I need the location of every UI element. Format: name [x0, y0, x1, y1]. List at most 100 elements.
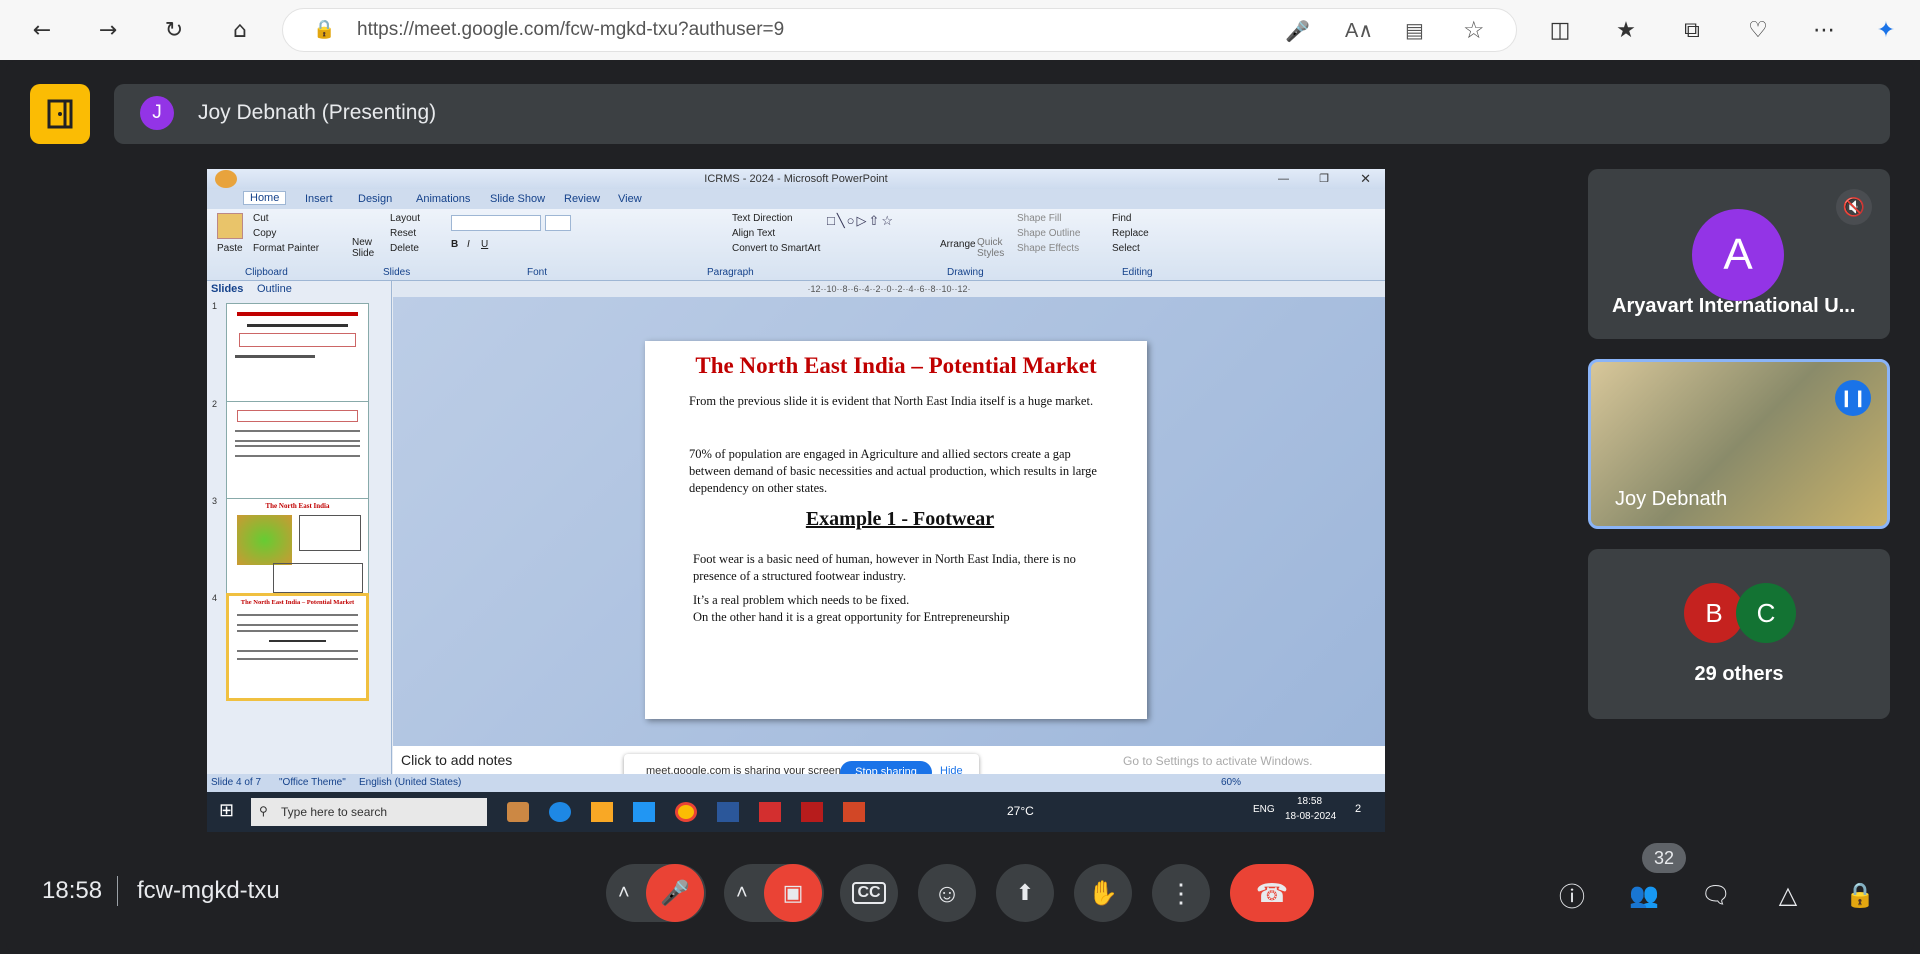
clock-time[interactable]: 18:58: [1297, 796, 1322, 807]
powerpoint-icon[interactable]: [843, 802, 865, 822]
taskbar-search[interactable]: ⚲ Type here to search: [251, 798, 487, 826]
present-button[interactable]: ⬆: [996, 864, 1054, 922]
tab-slide-show[interactable]: Slide Show: [490, 193, 545, 205]
chat-icon[interactable]: 🗨: [1696, 875, 1736, 915]
tab-animations[interactable]: Animations: [416, 193, 470, 205]
copilot-taskbar-icon[interactable]: [507, 802, 529, 822]
tab-home[interactable]: Home: [243, 191, 287, 205]
slide-thumbnail-3[interactable]: The North East India: [226, 498, 369, 606]
slide-paragraph-3: Foot wear is a basic need of human, howe…: [693, 552, 1076, 583]
more-menu-icon[interactable]: ⋯: [1806, 12, 1842, 48]
notification-count[interactable]: 2: [1355, 803, 1361, 815]
people-icon[interactable]: 👥: [1624, 875, 1664, 915]
shape-fill-button[interactable]: Shape Fill: [1017, 213, 1061, 224]
address-bar[interactable]: 🔒 https://meet.google.com/fcw-mgkd-txu?a…: [282, 8, 1517, 52]
mcafee-icon[interactable]: [759, 802, 781, 822]
clock-date[interactable]: 18-08-2024: [1285, 811, 1336, 822]
bold-icon[interactable]: B: [451, 239, 458, 250]
font-size-field[interactable]: [545, 215, 571, 231]
meet-logo[interactable]: [30, 84, 90, 144]
word-icon[interactable]: [717, 802, 739, 822]
read-aloud-icon[interactable]: A∧: [1345, 18, 1373, 43]
mail-icon[interactable]: [633, 802, 655, 822]
browser-essentials-icon[interactable]: ♡: [1740, 12, 1776, 48]
favorite-star-icon[interactable]: ☆: [1463, 16, 1485, 45]
refresh-icon[interactable]: ↻: [156, 12, 192, 48]
raise-hand-button[interactable]: ✋: [1074, 864, 1132, 922]
align-text-button[interactable]: Align Text: [732, 228, 775, 239]
current-slide[interactable]: The North East India – Potential Market …: [645, 341, 1147, 719]
tab-outline[interactable]: Outline: [257, 283, 292, 295]
meeting-details-icon[interactable]: ⓘ: [1552, 875, 1592, 915]
tab-review[interactable]: Review: [564, 193, 600, 205]
microphone-toggle-button[interactable]: 🎤: [646, 864, 704, 922]
new-slide-button[interactable]: New Slide: [352, 237, 382, 259]
convert-smartart-button[interactable]: Convert to SmartArt: [732, 243, 820, 254]
delete-button[interactable]: Delete: [390, 243, 419, 254]
door-icon: [47, 99, 73, 129]
chevron-up-icon[interactable]: ˄: [736, 882, 748, 905]
layout-button[interactable]: Layout: [390, 213, 420, 224]
reset-button[interactable]: Reset: [390, 228, 416, 239]
arrange-button[interactable]: Arrange: [940, 239, 976, 250]
tab-insert[interactable]: Insert: [305, 193, 333, 205]
restore-window-icon[interactable]: ❐: [1319, 169, 1329, 189]
cut-button[interactable]: Cut: [253, 213, 269, 224]
weather-temp[interactable]: 27°C: [1007, 804, 1034, 818]
chrome-icon[interactable]: [675, 802, 697, 822]
url-text[interactable]: https://meet.google.com/fcw-mgkd-txu?aut…: [357, 19, 784, 41]
shapes-gallery[interactable]: □╲○▷⇧☆: [827, 213, 937, 255]
activities-icon[interactable]: △: [1768, 875, 1808, 915]
home-icon[interactable]: ⌂: [222, 12, 258, 48]
reactions-button[interactable]: ☺: [918, 864, 976, 922]
text-direction-button[interactable]: Text Direction: [732, 213, 793, 224]
input-language[interactable]: ENG: [1253, 804, 1275, 815]
participant-tile-aryavart[interactable]: A 🔇 Aryavart International U...: [1588, 169, 1890, 339]
slide-thumbnail-1[interactable]: [226, 303, 369, 411]
tab-design[interactable]: Design: [358, 193, 392, 205]
font-name-field[interactable]: [451, 215, 541, 231]
close-window-icon[interactable]: ✕: [1360, 169, 1371, 189]
file-explorer-icon[interactable]: [591, 802, 613, 822]
tab-slides[interactable]: Slides: [211, 283, 243, 295]
copilot-icon[interactable]: ✦: [1868, 12, 1904, 48]
select-button[interactable]: Select: [1112, 243, 1140, 254]
slide-thumbnail-2[interactable]: [226, 401, 369, 509]
slide-thumbnail-4-selected[interactable]: The North East India – Potential Market: [226, 593, 369, 701]
minimize-window-icon[interactable]: —: [1278, 169, 1289, 189]
chevron-up-icon[interactable]: ˄: [618, 882, 630, 905]
shape-outline-button[interactable]: Shape Outline: [1017, 228, 1080, 239]
paste-icon[interactable]: [217, 213, 243, 239]
forward-icon[interactable]: →: [90, 12, 126, 48]
replace-button[interactable]: Replace: [1112, 228, 1149, 239]
camera-off-icon: ▣: [782, 880, 804, 905]
microphone-icon[interactable]: 🎤: [1285, 19, 1310, 44]
collections-icon[interactable]: ⧉: [1674, 12, 1710, 48]
back-icon[interactable]: ←: [24, 12, 60, 48]
acrobat-icon[interactable]: [801, 802, 823, 822]
more-options-button[interactable]: ⋮: [1152, 864, 1210, 922]
participant-tile-joy[interactable]: ❙❙ Joy Debnath: [1588, 359, 1890, 529]
participant-tile-others[interactable]: B C 29 others: [1588, 549, 1890, 719]
zoom-level[interactable]: 60%: [1221, 777, 1241, 788]
camera-toggle-button[interactable]: ▣: [764, 864, 822, 922]
app-available-icon[interactable]: ▤: [1405, 18, 1424, 43]
copy-button[interactable]: Copy: [253, 228, 276, 239]
captions-button[interactable]: CC: [840, 864, 898, 922]
format-painter-button[interactable]: Format Painter: [253, 243, 319, 254]
find-button[interactable]: Find: [1112, 213, 1131, 224]
office-button-icon[interactable]: [215, 170, 237, 188]
host-controls-icon[interactable]: 🔒: [1840, 875, 1880, 915]
edge-taskbar-icon[interactable]: [549, 802, 571, 822]
underline-icon[interactable]: U: [481, 239, 488, 250]
windows-start-icon[interactable]: ⊞: [219, 800, 234, 821]
italic-icon[interactable]: I: [467, 239, 470, 250]
slide-paragraph-4: It’s a real problem which needs to be fi…: [693, 593, 910, 607]
tab-view[interactable]: View: [618, 193, 642, 205]
paste-button[interactable]: Paste: [217, 243, 243, 254]
quick-styles-button[interactable]: Quick Styles: [977, 237, 1005, 259]
favorites-icon[interactable]: ★: [1608, 12, 1644, 48]
shape-effects-button[interactable]: Shape Effects: [1017, 243, 1079, 254]
split-screen-icon[interactable]: ◫: [1542, 12, 1578, 48]
leave-call-button[interactable]: ☎: [1230, 864, 1314, 922]
